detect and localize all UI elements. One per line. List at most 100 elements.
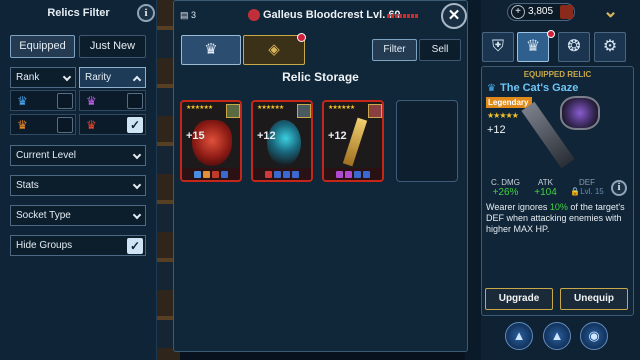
mastery-icon: ❂ bbox=[567, 38, 581, 55]
chevron-down-icon bbox=[132, 210, 142, 220]
hero-stars bbox=[387, 14, 419, 18]
skull-icon bbox=[248, 9, 260, 21]
chevron-up-icon bbox=[132, 75, 142, 85]
gem-icon bbox=[212, 170, 219, 178]
upgrade-button[interactable]: Upgrade bbox=[485, 288, 553, 310]
rank-checkbox[interactable] bbox=[57, 93, 73, 109]
gem-icon bbox=[354, 170, 361, 178]
rarity-dropdown[interactable]: Rarity bbox=[79, 67, 146, 88]
gem-icon bbox=[194, 170, 201, 178]
gem-icon bbox=[363, 170, 370, 178]
artifact-tab-relic[interactable]: ♛ bbox=[517, 32, 549, 62]
artifact-tab-sets[interactable]: ⚙ bbox=[594, 32, 626, 62]
relic-stars: ★★★★★★ bbox=[257, 105, 284, 111]
gem-sockets bbox=[253, 168, 311, 180]
crown-icon-orange: ♛ bbox=[17, 118, 28, 132]
gem-icon bbox=[345, 170, 352, 178]
rarity-checkbox-checked[interactable]: ✓ bbox=[127, 117, 143, 133]
gem-icon bbox=[265, 170, 272, 178]
card-count: ▤ 3 bbox=[180, 10, 196, 21]
relic-level: +12 bbox=[328, 130, 347, 142]
crown-icon-red: ♛ bbox=[86, 118, 97, 132]
socket-type-dropdown[interactable]: Socket Type bbox=[10, 205, 146, 226]
rarity-label: Rarity bbox=[85, 72, 112, 83]
hide-groups-toggle[interactable]: Hide Groups ✓ bbox=[10, 235, 146, 256]
crown-icon-purple: ♛ bbox=[86, 94, 97, 108]
stats-label: Stats bbox=[16, 180, 39, 191]
rarity-option-row[interactable]: ♛ bbox=[79, 90, 146, 111]
info-icon[interactable]: i bbox=[611, 180, 627, 196]
hero-portrait-icon bbox=[226, 104, 240, 118]
crown-icon: ♛ bbox=[525, 38, 541, 55]
card-count-value: 3 bbox=[191, 10, 197, 20]
rank-label: Rank bbox=[16, 72, 40, 83]
chevron-down-icon bbox=[62, 72, 72, 82]
sell-button[interactable]: Sell bbox=[419, 39, 461, 61]
relic-icon: ◈ bbox=[268, 41, 280, 58]
gears-icon: ⚙ bbox=[602, 38, 618, 55]
stat-value: +104 bbox=[534, 187, 557, 198]
hammer-head-icon bbox=[560, 96, 600, 130]
tab-just-new[interactable]: Just New bbox=[79, 35, 146, 58]
sword-relic-icon bbox=[342, 117, 368, 167]
close-button[interactable]: ✕ bbox=[441, 3, 467, 29]
gem-icon bbox=[292, 170, 299, 178]
relic-affinity-icon[interactable]: ◉ bbox=[580, 322, 608, 350]
stats-dropdown[interactable]: Stats bbox=[10, 175, 146, 196]
artifact-tab-mastery[interactable]: ❂ bbox=[558, 32, 590, 62]
gem-icon bbox=[203, 170, 210, 178]
info-icon[interactable]: i bbox=[137, 4, 155, 22]
rank-checkbox[interactable] bbox=[57, 117, 73, 133]
relic-rank-icon[interactable]: ▲ bbox=[505, 322, 533, 350]
hero-name: Galleus Bloodcrest Lvl. 60 bbox=[263, 9, 401, 21]
crown-icon: ♛ bbox=[487, 83, 496, 94]
relic-stars: ★★★★★ bbox=[487, 111, 519, 120]
relic-card[interactable]: ★★★★★★ +15 bbox=[180, 100, 242, 182]
stat-value: +26% bbox=[492, 187, 519, 198]
gem-icon bbox=[274, 170, 281, 178]
hide-groups-checkbox[interactable]: ✓ bbox=[127, 238, 143, 254]
rarity-option-row[interactable]: ♛ ✓ bbox=[79, 114, 146, 135]
equipped-heading: EQUIPPED RELIC bbox=[523, 70, 592, 79]
tab-equipped[interactable]: Equipped bbox=[10, 35, 75, 58]
filter-button[interactable]: Filter bbox=[372, 39, 417, 61]
relic-level: +12 bbox=[257, 130, 276, 142]
relic-level: +15 bbox=[186, 130, 205, 142]
lock-level: Lvl. 15 bbox=[580, 187, 604, 196]
desc-highlight: 10% bbox=[549, 202, 568, 212]
hide-groups-label: Hide Groups bbox=[16, 240, 73, 251]
relic-type-tab-crown[interactable]: ♛ bbox=[181, 35, 241, 65]
rank-option-row[interactable]: ♛ bbox=[10, 90, 76, 111]
relic-card[interactable]: ★★★★★★ +12 bbox=[322, 100, 384, 182]
relic-type-tab-relic[interactable]: ◈ bbox=[243, 35, 305, 65]
crown-icon-blue: ♛ bbox=[17, 94, 28, 108]
stat-attack: ATK +104 bbox=[527, 178, 564, 198]
heart-relic-icon bbox=[192, 120, 232, 166]
stat-label: ATK bbox=[538, 178, 553, 187]
orb-staff-relic-icon bbox=[267, 120, 301, 166]
relic-stars: ★★★★★★ bbox=[328, 105, 355, 111]
relic-card[interactable]: ★★★★★★ +12 bbox=[251, 100, 313, 182]
artifact-tab-chest[interactable]: ⛨ bbox=[482, 32, 514, 62]
stat-label: C. DMG bbox=[491, 178, 520, 187]
crown-icon: ♛ bbox=[204, 41, 218, 58]
hero-portrait-icon bbox=[368, 104, 382, 118]
currency-display[interactable]: + 3,805 bbox=[507, 3, 575, 21]
current-level-dropdown[interactable]: Current Level bbox=[10, 145, 146, 166]
relic-level: +12 bbox=[487, 124, 506, 136]
filter-title: Relics Filter bbox=[47, 7, 110, 19]
stat-defense: DEF 🔒Lvl. 15 bbox=[567, 178, 607, 196]
rank-dropdown[interactable]: Rank bbox=[10, 67, 76, 88]
stat-crit-damage: C. DMG +26% bbox=[487, 178, 524, 198]
stat-label: DEF bbox=[579, 178, 595, 187]
empty-relic-slot[interactable] bbox=[396, 100, 458, 182]
add-currency-icon[interactable]: + bbox=[511, 5, 525, 19]
collapse-chevron-icon[interactable]: ⌄ bbox=[603, 1, 618, 22]
rank-option-row[interactable]: ♛ bbox=[10, 114, 76, 135]
storage-title: Relic Storage bbox=[282, 70, 359, 84]
rarity-checkbox[interactable] bbox=[127, 93, 143, 109]
relic-type-icon[interactable]: ▲ bbox=[543, 322, 571, 350]
relic-name: The Cat's Gaze bbox=[500, 82, 579, 94]
unequip-button[interactable]: Unequip bbox=[560, 288, 628, 310]
notification-dot bbox=[547, 30, 555, 38]
